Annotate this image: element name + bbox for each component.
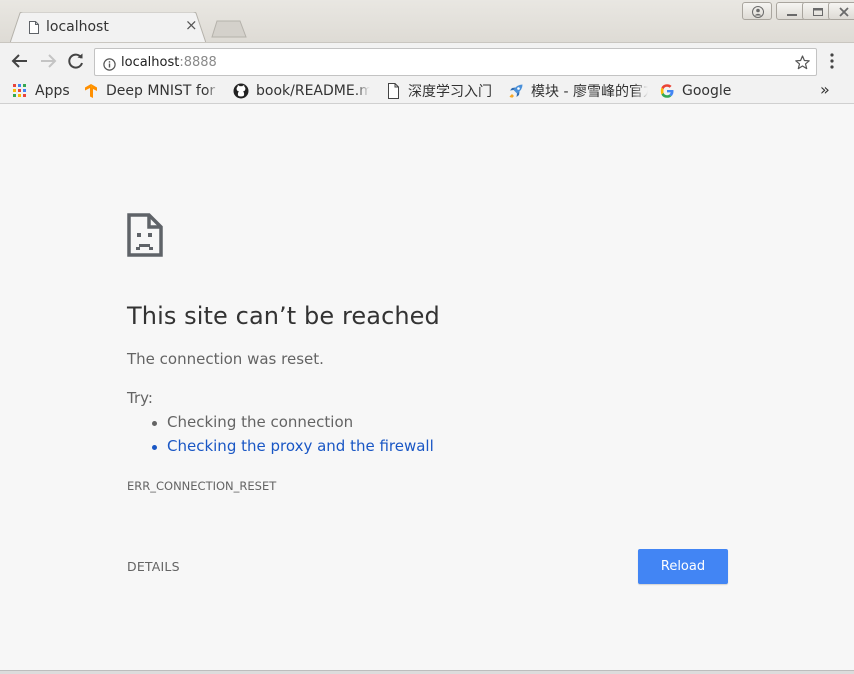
page-icon — [385, 83, 401, 99]
details-button[interactable]: DETAILS — [127, 559, 180, 574]
window-bottom-border — [0, 670, 854, 674]
address-bar[interactable]: localhost:8888 — [94, 48, 817, 76]
error-description: The connection was reset. — [127, 350, 324, 368]
tab-title: localhost — [46, 19, 109, 35]
bookmark-apps[interactable]: Apps — [12, 81, 74, 101]
apps-grid-icon — [12, 83, 28, 99]
error-title: This site can’t be reached — [127, 302, 440, 330]
bookmark-label: Apps — [35, 83, 70, 99]
close-window-icon — [839, 7, 849, 17]
bookmark-deep-learning-intro[interactable]: 深度学习入门 — [385, 81, 500, 101]
arrow-left-icon — [11, 54, 27, 68]
close-tab-icon[interactable]: × — [185, 18, 198, 33]
label-fade — [356, 81, 370, 101]
profile-button[interactable] — [742, 2, 772, 20]
star-icon[interactable] — [795, 55, 810, 74]
maximize-icon — [813, 8, 823, 16]
back-button[interactable] — [9, 50, 31, 72]
url-text[interactable]: localhost:8888 — [121, 55, 217, 70]
close-window-button[interactable] — [828, 2, 854, 20]
reload-button[interactable]: Reload — [638, 549, 728, 584]
kebab-menu-icon[interactable] — [829, 53, 835, 73]
bookmarks-bar: Apps Deep MNIST for Experts book/README.… — [0, 78, 854, 104]
bookmarks-overflow-button[interactable]: » — [820, 80, 830, 99]
reload-page-button[interactable] — [65, 50, 87, 72]
bookmark-label: book/README.md — [256, 83, 370, 99]
page-icon — [29, 21, 39, 34]
info-icon[interactable] — [103, 56, 116, 75]
url-port: :8888 — [179, 55, 217, 70]
try-label: Try: — [127, 389, 153, 407]
tensorflow-icon — [83, 83, 99, 99]
profile-icon — [752, 6, 764, 18]
forward-button[interactable] — [37, 50, 59, 72]
bookmark-label: Google — [682, 83, 732, 99]
bookmark-liaoxuefeng[interactable]: 模块 - 廖雪峰的官方网站 — [508, 81, 648, 101]
suggestions-list: Checking the connection Checking the pro… — [147, 413, 434, 461]
suggestion-check-connection: Checking the connection — [147, 413, 434, 437]
new-tab-button[interactable] — [210, 20, 248, 42]
error-code: ERR_CONNECTION_RESET — [127, 479, 277, 493]
arrow-right-icon — [41, 54, 57, 68]
bookmark-google[interactable]: Google — [659, 81, 739, 101]
bookmark-label: 模块 - 廖雪峰的官方网站 — [531, 84, 648, 100]
bookmark-book-readme[interactable]: book/README.md — [233, 81, 370, 101]
label-fade — [206, 81, 220, 101]
bookmark-label: Deep MNIST for Experts — [106, 83, 220, 99]
reload-icon — [68, 53, 83, 69]
suggestion-check-proxy-firewall-link[interactable]: Checking the proxy and the firewall — [147, 437, 434, 461]
error-page: This site can’t be reached The connectio… — [0, 105, 854, 670]
label-fade — [634, 81, 648, 101]
minimize-icon — [787, 14, 797, 16]
url-host: localhost — [121, 55, 180, 70]
github-icon — [233, 83, 249, 99]
toolbar: localhost:8888 — [0, 42, 854, 78]
bookmark-label: 深度学习入门 — [408, 84, 492, 100]
bookmark-deep-mnist[interactable]: Deep MNIST for Experts — [83, 81, 220, 101]
tab-strip: localhost × — [0, 0, 854, 43]
rocket-icon — [508, 83, 524, 99]
sad-page-icon — [127, 213, 163, 261]
google-icon — [659, 83, 675, 99]
tab-localhost[interactable]: localhost × — [10, 12, 206, 43]
